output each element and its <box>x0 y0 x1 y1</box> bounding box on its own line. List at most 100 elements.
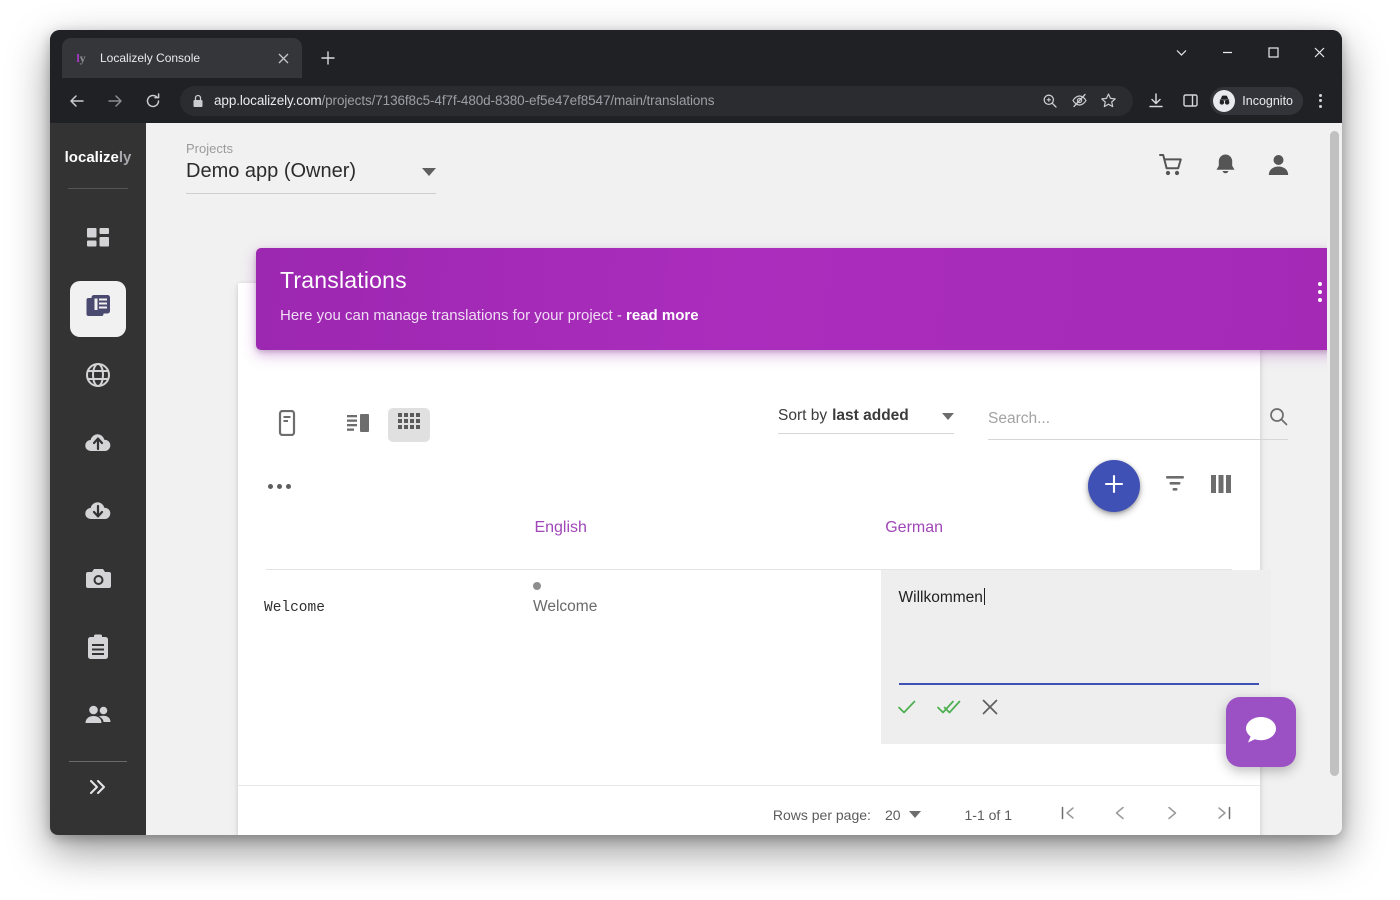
incognito-icon <box>1213 89 1236 112</box>
browser-tab[interactable]: ly Localizely Console <box>62 38 302 78</box>
chevron-down-icon <box>942 412 954 420</box>
sidebar-divider <box>68 188 128 189</box>
sidebar-item-languages[interactable] <box>70 349 126 405</box>
header-actions <box>1159 153 1290 183</box>
eye-slash-icon[interactable] <box>1066 88 1092 114</box>
split-list-icon <box>347 413 371 438</box>
address-bar[interactable]: app.localizely.com/projects/7136f8c5-4f7… <box>180 85 1134 116</box>
sort-prefix: Sort by <box>778 407 828 424</box>
view-single-button[interactable] <box>266 408 308 442</box>
card-actions <box>238 455 1260 517</box>
cell-english[interactable]: Welcome <box>529 570 881 744</box>
banner-more-vertical-icon[interactable] <box>1318 282 1322 302</box>
columns-button[interactable] <box>1210 474 1232 499</box>
cloud-download-icon <box>84 498 112 529</box>
tab-title: Localizely Console <box>100 51 201 65</box>
view-list-button[interactable] <box>338 408 380 442</box>
reload-icon[interactable] <box>136 84 170 118</box>
view-grid-button[interactable] <box>388 408 430 442</box>
search-input[interactable] <box>988 410 1269 428</box>
rows-per-page-value: 20 <box>884 806 901 823</box>
table-header: English German <box>238 519 1260 569</box>
back-icon[interactable] <box>60 84 94 118</box>
next-page-icon[interactable] <box>1164 805 1180 824</box>
text-cursor <box>983 588 985 605</box>
window-minimize-icon[interactable] <box>1204 30 1250 74</box>
project-selector[interactable]: Demo app (Owner) <box>186 160 436 194</box>
download-icon[interactable] <box>1141 86 1171 116</box>
window-maximize-icon[interactable] <box>1250 30 1296 74</box>
new-tab-button[interactable] <box>314 45 342 71</box>
side-panel-icon[interactable] <box>1175 86 1205 116</box>
window-close-icon[interactable] <box>1296 30 1342 74</box>
phone-icon <box>276 409 298 441</box>
read-more-link[interactable]: read more <box>626 307 699 324</box>
german-editor[interactable]: Willkommen <box>880 570 1271 744</box>
chat-bubble-icon <box>1244 714 1278 751</box>
plus-icon <box>1103 473 1125 500</box>
sidebar-item-upload[interactable] <box>70 417 126 473</box>
previous-page-icon[interactable] <box>1112 805 1128 824</box>
chat-button[interactable] <box>1226 697 1296 767</box>
cell-key[interactable]: Welcome <box>264 570 529 744</box>
last-page-icon[interactable] <box>1216 805 1232 824</box>
sidebar-item-orders[interactable] <box>70 621 126 677</box>
rows-per-page-selector[interactable]: 20 <box>885 807 921 823</box>
sidebar-expand-button[interactable] <box>70 764 126 810</box>
url-text: app.localizely.com/projects/7136f8c5-4f7… <box>214 93 714 108</box>
pagination-range: 1-1 of 1 <box>964 806 1012 823</box>
approve-icon[interactable] <box>897 698 917 716</box>
page-scrollbar-thumb[interactable] <box>1330 131 1339 776</box>
grid-table-icon <box>398 412 420 438</box>
zoom-in-icon[interactable] <box>1037 88 1063 114</box>
browser-menu-icon[interactable] <box>1306 86 1334 116</box>
translations-card: Sort by last added Search... English Ger… <box>238 283 1288 835</box>
window-controls <box>1158 30 1342 74</box>
table-footer: Rows per page: 20 1-1 of 1 <box>238 785 1260 835</box>
translations-table: English German Welcome Welcome Willkomme… <box>238 519 1271 744</box>
search-field[interactable] <box>988 407 1288 440</box>
banner-title: Translations <box>280 267 407 293</box>
sidebar-item-team[interactable] <box>70 689 126 745</box>
more-horizontal-icon[interactable] <box>266 478 293 495</box>
first-page-icon[interactable] <box>1060 805 1076 824</box>
bell-icon[interactable] <box>1214 153 1237 183</box>
account-icon[interactable] <box>1267 153 1290 183</box>
add-translation-button[interactable] <box>1088 460 1140 512</box>
page-scrollbar-track[interactable] <box>1327 123 1342 835</box>
sort-selector[interactable]: Sort by last added <box>778 407 954 434</box>
card-actions-right <box>1088 460 1232 512</box>
incognito-profile-chip[interactable]: Incognito <box>1210 86 1303 115</box>
omnibox-actions <box>1026 88 1121 114</box>
people-icon <box>84 704 112 731</box>
tab-close-icon[interactable] <box>274 49 292 67</box>
search-icon[interactable] <box>1269 407 1288 431</box>
english-value: Welcome <box>533 598 598 615</box>
chevron-down-icon <box>422 167 436 176</box>
clipboard-icon <box>86 634 110 665</box>
window-chevron-down-icon[interactable] <box>1158 30 1204 74</box>
filter-button[interactable] <box>1164 474 1186 499</box>
editor-actions <box>897 698 999 716</box>
chevron-down-icon <box>908 811 921 818</box>
sidebar-item-translations[interactable] <box>70 281 126 337</box>
german-value[interactable]: Willkommen <box>899 588 985 607</box>
cart-icon[interactable] <box>1159 153 1184 183</box>
forward-icon[interactable] <box>98 84 132 118</box>
banner-description: Here you can manage translations for you… <box>280 307 699 324</box>
double-check-icon[interactable] <box>936 698 961 716</box>
tab-strip: ly Localizely Console <box>50 30 1342 78</box>
browser-toolbar: app.localizely.com/projects/7136f8c5-4f7… <box>50 78 1342 123</box>
sidebar-item-screenshots[interactable] <box>70 553 126 609</box>
url-path: /projects/7136f8c5-4f7f-480d-8380-ef5e47… <box>321 93 715 108</box>
cell-german[interactable]: Willkommen <box>880 570 1271 744</box>
sidebar-item-dashboard[interactable] <box>70 213 126 269</box>
grid-icon <box>85 226 111 257</box>
cancel-icon[interactable] <box>981 698 999 716</box>
translations-banner: Translations Here you can manage transla… <box>256 248 1338 350</box>
brand-logo: localizely <box>64 149 132 166</box>
lock-icon <box>192 94 204 108</box>
sort-value: last added <box>832 407 909 424</box>
sidebar-item-download[interactable] <box>70 485 126 541</box>
star-icon[interactable] <box>1095 88 1121 114</box>
